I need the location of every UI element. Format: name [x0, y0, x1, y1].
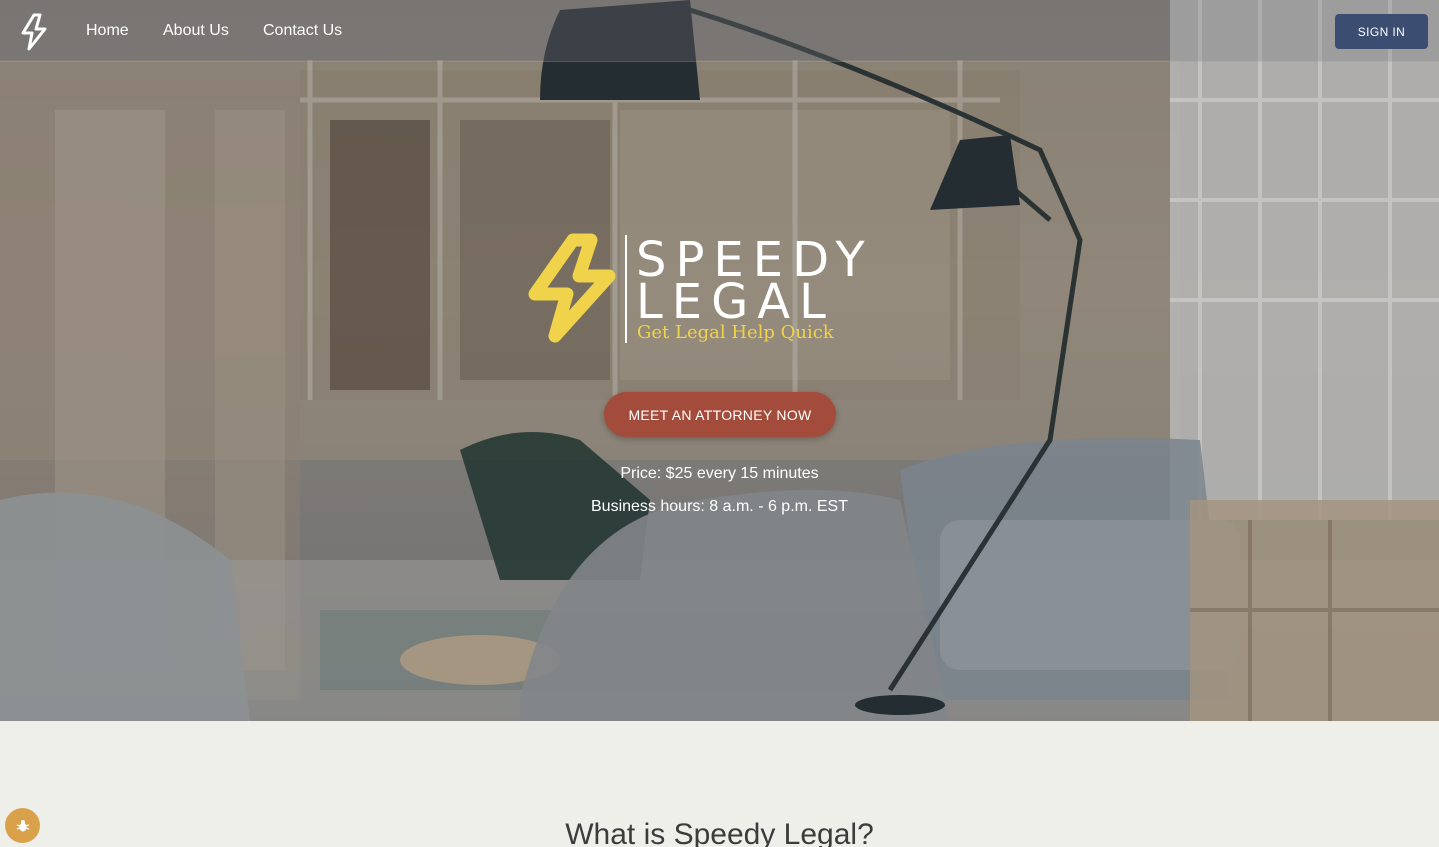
top-navbar: Home About Us Contact Us SIGN IN	[0, 0, 1439, 62]
lightning-bolt-icon	[528, 233, 616, 343]
section-heading: What is Speedy Legal?	[565, 818, 874, 847]
hero-section: Home About Us Contact Us SIGN IN SPEEDY …	[0, 0, 1439, 721]
nav-home-link[interactable]: Home	[86, 22, 129, 40]
price-text: Price: $25 every 15 minutes	[620, 465, 819, 482]
brand-divider	[625, 235, 627, 343]
bug-icon	[16, 819, 29, 831]
business-hours-text: Business hours: 8 a.m. - 6 p.m. EST	[591, 498, 848, 515]
nav-contact-link[interactable]: Contact Us	[263, 22, 342, 40]
sign-in-button[interactable]: SIGN IN	[1335, 14, 1428, 49]
hero-overlay	[0, 0, 1439, 721]
nav-about-link[interactable]: About Us	[163, 22, 229, 40]
brand-line-2: LEGAL	[636, 274, 835, 330]
meet-attorney-button[interactable]: MEET AN ATTORNEY NOW	[604, 392, 836, 437]
brand-tagline: Get Legal Help Quick	[637, 322, 834, 343]
lightning-bolt-icon[interactable]	[18, 13, 50, 51]
bug-report-button[interactable]	[5, 808, 40, 843]
